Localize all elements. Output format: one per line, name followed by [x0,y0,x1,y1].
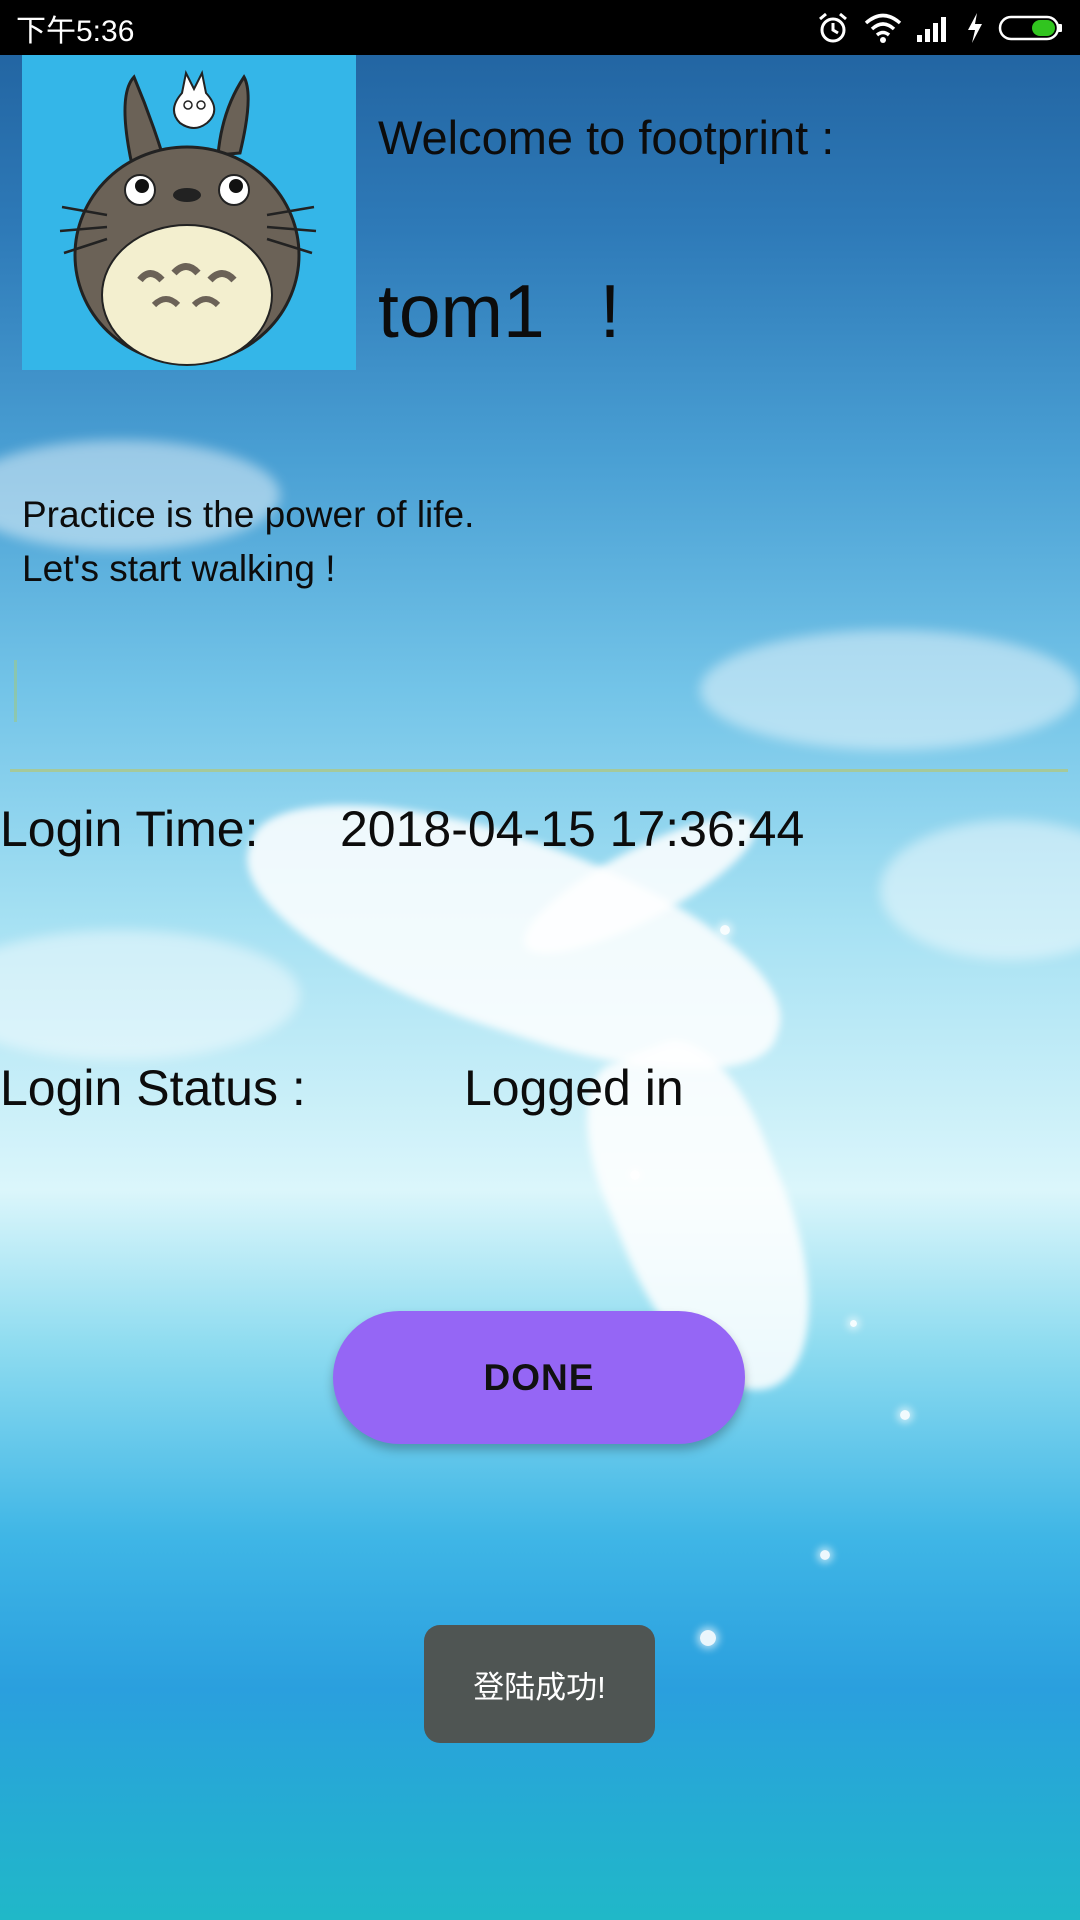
login-status-label: Login Status : [0,1060,306,1116]
background-cloud [880,820,1080,960]
wifi-icon [864,12,902,44]
status-time: 下午5:36 [16,14,135,48]
signal-icon [916,13,952,43]
username-line: tom1 ! [378,268,620,354]
exclamation: ! [599,269,621,353]
sparkle [850,1320,857,1327]
charging-icon [966,12,984,44]
app-screen: 下午5:36 Welcome to footprint: tom1 ! Pra… [0,0,1080,1920]
motto-text: Practice is the power of life. Let's sta… [22,488,474,596]
alarm-icon [816,11,850,45]
motto-line-2: Let's start walking ! [22,548,336,589]
status-icons [816,11,1064,45]
sparkle [720,925,730,935]
toast-message: 登陆成功! [424,1625,655,1743]
login-status-value: Logged in [464,1060,684,1116]
login-time-label: Login Time: [0,801,259,857]
status-bar: 下午5:36 [0,0,1080,55]
sparkle [630,1170,640,1180]
username: tom1 [378,269,545,353]
user-avatar [22,55,356,370]
input-cursor [14,660,17,722]
battery-icon [998,13,1064,43]
login-time-value: 2018-04-15 17:36:44 [340,801,805,857]
text-input[interactable] [10,640,1068,772]
sparkle [820,1550,830,1560]
sparkle [700,1630,716,1646]
motto-line-1: Practice is the power of life. [22,494,475,535]
welcome-text: Welcome to footprint : [378,111,835,164]
sparkle [900,1410,910,1420]
done-button[interactable]: DONE [333,1311,745,1444]
totoro-avatar-icon [22,55,356,370]
background-cloud [0,930,300,1060]
